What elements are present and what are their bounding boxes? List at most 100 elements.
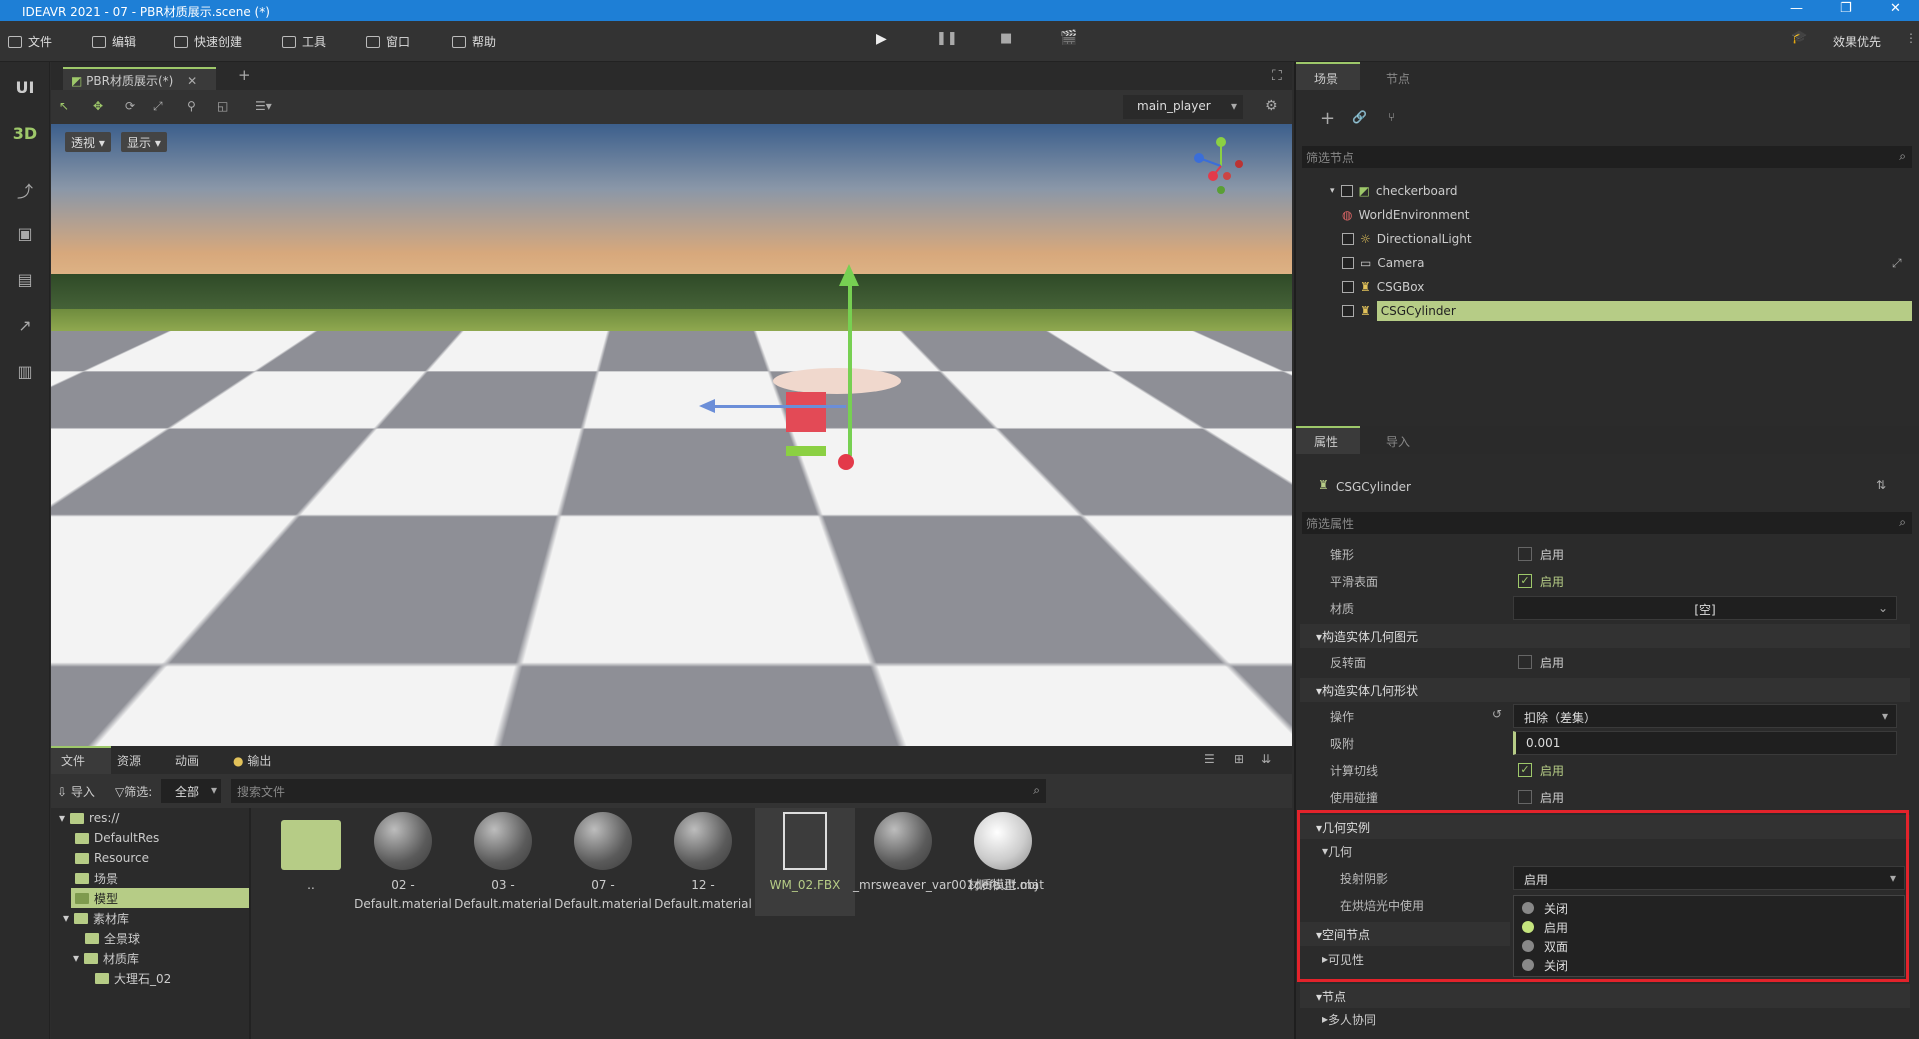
- move-tool-icon[interactable]: ✥: [93, 99, 103, 113]
- file-search-input[interactable]: 搜索文件 ⌕: [231, 779, 1046, 803]
- tree-item-resource[interactable]: Resource: [75, 848, 149, 868]
- minimize-icon[interactable]: —: [1790, 1, 1803, 16]
- reset-icon[interactable]: ↺: [1492, 707, 1502, 721]
- menu-edit[interactable]: 编辑: [92, 33, 136, 50]
- tab-close-icon[interactable]: ✕: [187, 74, 197, 88]
- rotate-tool-icon[interactable]: ⟳: [125, 99, 135, 113]
- tab-node[interactable]: 节点: [1386, 70, 1410, 87]
- visibility-toggle-icon[interactable]: [1342, 305, 1354, 317]
- node-worldenvironment[interactable]: ◍ WorldEnvironment: [1342, 204, 1470, 226]
- filter-select[interactable]: 全部 ▾: [161, 779, 221, 803]
- menu-quick-create[interactable]: 快速创建: [174, 33, 242, 50]
- 3d-mode-button[interactable]: 3D: [8, 124, 42, 143]
- node-camera[interactable]: ▭ Camera: [1342, 252, 1424, 274]
- menu-help[interactable]: 帮助: [452, 33, 496, 50]
- snap-input[interactable]: 0.001: [1513, 731, 1897, 755]
- store-icon[interactable]: ▣: [8, 224, 42, 243]
- gizmo-plane-xz[interactable]: [786, 446, 826, 456]
- gizmo-x-axis[interactable]: [711, 405, 846, 408]
- section-csg-shape[interactable]: ▾构造实体几何形状: [1300, 678, 1910, 702]
- orientation-gizmo[interactable]: [1191, 136, 1251, 196]
- link-icon[interactable]: 🔗: [1352, 110, 1367, 124]
- pause-icon[interactable]: ❚❚: [936, 31, 958, 46]
- material-select[interactable]: [空] ⌄: [1513, 596, 1897, 620]
- gizmo-z-handle[interactable]: [838, 454, 854, 470]
- branch-icon[interactable]: ⑂: [1388, 110, 1395, 124]
- menu-file[interactable]: 文件: [8, 33, 52, 50]
- tree-item-materials[interactable]: ▾ 材质库: [73, 948, 139, 968]
- tab-properties[interactable]: 属性: [1314, 433, 1338, 450]
- node-filter-input[interactable]: 筛选节点 ⌕: [1302, 146, 1912, 168]
- collapse-icon[interactable]: ⇊: [1261, 752, 1271, 766]
- player-select[interactable]: main_player ▾: [1123, 95, 1243, 119]
- visibility-toggle-icon[interactable]: [1342, 257, 1354, 269]
- path-icon[interactable]: ⤴: [8, 178, 42, 202]
- tab-files[interactable]: 文件: [61, 752, 85, 769]
- file-item[interactable]: 材质模型.obj: [953, 812, 1053, 895]
- 3d-viewport[interactable]: 透视 ▾ 显示 ▾: [51, 124, 1292, 746]
- tab-resources[interactable]: 资源: [117, 752, 141, 769]
- gizmo-x-arrow[interactable]: [699, 399, 715, 413]
- stop-icon[interactable]: ■: [1000, 31, 1012, 46]
- view-menu-icon[interactable]: ☰▾: [255, 99, 272, 113]
- add-tab-icon[interactable]: +: [238, 66, 251, 84]
- tab-scene[interactable]: ◩ PBR材质展示(*) ✕: [63, 67, 216, 90]
- graduation-icon[interactable]: 🎓: [1791, 30, 1807, 45]
- visibility-toggle-icon[interactable]: [1342, 281, 1354, 293]
- flip-faces-checkbox[interactable]: 启用: [1518, 651, 1564, 673]
- cone-checkbox[interactable]: 启用: [1518, 543, 1564, 565]
- csgbox-front[interactable]: [599, 491, 699, 621]
- gizmo-y-arrow[interactable]: [839, 264, 859, 286]
- file-item[interactable]: 02 - Default.material: [353, 812, 453, 914]
- search-icon[interactable]: ⌕: [1899, 515, 1906, 530]
- maximize-icon[interactable]: ❐: [1840, 1, 1852, 16]
- file-item-selected[interactable]: WM_02.FBX: [755, 808, 855, 916]
- file-item[interactable]: 12 - Default.material: [653, 812, 753, 914]
- tree-item-scene[interactable]: 场景: [75, 868, 118, 888]
- tangents-checkbox[interactable]: ✓ 启用: [1518, 759, 1564, 781]
- add-node-icon[interactable]: +: [1320, 108, 1335, 129]
- tree-item-marble[interactable]: 大理石_02: [95, 968, 171, 988]
- more-icon[interactable]: ⋮: [1905, 31, 1917, 45]
- file-item[interactable]: 07 - Default.material: [553, 812, 653, 914]
- smooth-checkbox[interactable]: ✓ 启用: [1518, 570, 1564, 592]
- menu-window[interactable]: 窗口: [366, 33, 410, 50]
- tune-icon[interactable]: ⇅: [1876, 478, 1886, 492]
- camera-preview-icon[interactable]: ⤢: [1892, 256, 1902, 271]
- export-icon[interactable]: ↗: [8, 316, 42, 335]
- select-tool-icon[interactable]: ↖: [59, 99, 69, 113]
- search-icon[interactable]: ⌕: [1033, 783, 1040, 798]
- tab-import[interactable]: 导入: [1386, 433, 1410, 450]
- close-icon[interactable]: ✕: [1890, 1, 1901, 16]
- tab-output[interactable]: ● 输出: [233, 752, 271, 769]
- tree-item-models[interactable]: 模型: [71, 888, 249, 908]
- tab-scene-tree[interactable]: 场景: [1314, 70, 1338, 87]
- tree-item-res[interactable]: ▾ res://: [59, 808, 119, 828]
- property-filter-input[interactable]: 筛选属性 ⌕: [1302, 512, 1912, 534]
- collision-checkbox[interactable]: 启用: [1518, 786, 1564, 808]
- node-checkerboard[interactable]: ▾ ◩ checkerboard: [1330, 180, 1458, 202]
- tree-item-assets[interactable]: ▾ 素材库: [63, 908, 129, 928]
- scale-tool-icon[interactable]: ⤢: [153, 99, 163, 114]
- snap-icon[interactable]: ◱: [217, 99, 228, 113]
- section-csg-primitive[interactable]: ▾构造实体几何图元: [1300, 624, 1910, 648]
- import-button[interactable]: ⇩ 导入: [57, 783, 95, 800]
- gizmo-y-axis[interactable]: [848, 276, 852, 456]
- fullscreen-icon[interactable]: ⛶: [1272, 68, 1282, 84]
- search-icon[interactable]: ⌕: [1899, 149, 1906, 164]
- perspective-button[interactable]: 透视 ▾: [65, 132, 111, 152]
- document-icon[interactable]: ▥: [8, 362, 42, 381]
- list-view-icon[interactable]: ☰: [1204, 752, 1215, 766]
- file-item[interactable]: 03 - Default.material: [453, 812, 553, 914]
- play-icon[interactable]: ▶: [876, 31, 887, 47]
- tab-animation[interactable]: 动画: [175, 752, 199, 769]
- clapper-icon[interactable]: 🎬: [1060, 30, 1077, 46]
- gizmo-plane-xy[interactable]: [786, 392, 826, 432]
- tree-item-panorama[interactable]: 全景球: [85, 928, 140, 948]
- tree-item-defaultres[interactable]: DefaultRes: [75, 828, 159, 848]
- operation-select[interactable]: 扣除（差集） ▾: [1513, 704, 1897, 728]
- quality-select[interactable]: 效果优先: [1833, 33, 1881, 50]
- node-directionallight[interactable]: ☼ DirectionalLight: [1342, 228, 1472, 250]
- axis-icon[interactable]: ⚲: [187, 99, 196, 113]
- node-csgbox[interactable]: ♜ CSGBox: [1342, 276, 1424, 298]
